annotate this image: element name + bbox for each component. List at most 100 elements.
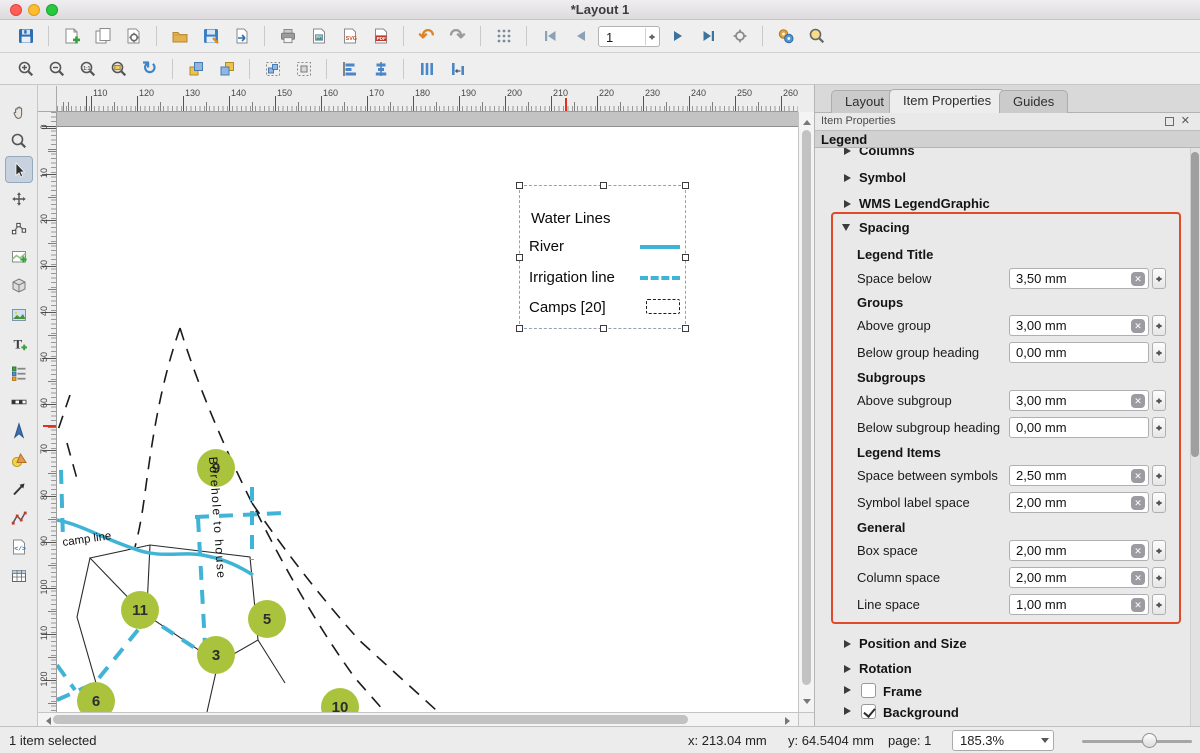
selection-handle[interactable] xyxy=(516,254,523,261)
map-item[interactable]: 9 11 5 3 6 10 camp line Borehole to hous… xyxy=(57,127,798,712)
zoom-level-combobox[interactable]: 185.3% xyxy=(952,730,1054,751)
selection-handle[interactable] xyxy=(516,325,523,332)
refresh-view-button[interactable] xyxy=(136,56,163,82)
selection-handle[interactable] xyxy=(682,325,689,332)
above-subgroup-input[interactable]: 3,00 mm xyxy=(1009,390,1149,411)
horizontal-scroll-thumb[interactable] xyxy=(53,715,688,724)
redo-button[interactable] xyxy=(444,23,471,49)
legend-item[interactable]: Water Lines River Irrigation line Camps … xyxy=(519,185,686,329)
lower-items-button[interactable] xyxy=(213,56,240,82)
align-left-button[interactable] xyxy=(336,56,363,82)
clear-field-icon[interactable] xyxy=(1131,272,1145,286)
section-frame[interactable]: Frame xyxy=(815,681,1200,703)
canvas-horizontal-scrollbar[interactable] xyxy=(38,712,798,726)
scroll-right-arrow-icon[interactable] xyxy=(785,717,794,725)
export-svg-button[interactable]: SVG xyxy=(336,23,363,49)
spinner-control[interactable] xyxy=(1152,315,1166,336)
clear-field-icon[interactable] xyxy=(1131,598,1145,612)
float-panel-icon[interactable] xyxy=(1165,117,1174,126)
scroll-down-arrow-icon[interactable] xyxy=(803,699,811,708)
atlas-settings-button[interactable] xyxy=(726,23,753,49)
section-rotation[interactable]: Rotation xyxy=(815,660,1200,682)
pan-tool-button[interactable] xyxy=(5,98,33,125)
page-spinner[interactable] xyxy=(645,28,658,45)
frame-checkbox[interactable] xyxy=(861,683,876,698)
resize-items-button[interactable] xyxy=(444,56,471,82)
export-image-button[interactable] xyxy=(305,23,332,49)
column-space-input[interactable]: 2,00 mm xyxy=(1009,567,1149,588)
clear-field-icon[interactable] xyxy=(1131,469,1145,483)
open-template-button[interactable] xyxy=(166,23,193,49)
below-group-heading-input[interactable]: 0,00 mm xyxy=(1009,342,1149,363)
add-3d-map-tool-button[interactable] xyxy=(5,272,33,299)
section-spacing[interactable]: Spacing xyxy=(815,219,1200,241)
clear-field-icon[interactable] xyxy=(1131,544,1145,558)
layout-manager-button[interactable] xyxy=(120,23,147,49)
save-as-template-button[interactable] xyxy=(197,23,224,49)
zoom-tool-button[interactable] xyxy=(5,127,33,154)
vertical-scroll-thumb[interactable] xyxy=(802,130,811,685)
spinner-control[interactable] xyxy=(1152,492,1166,513)
raise-items-button[interactable] xyxy=(182,56,209,82)
canvas-vertical-scrollbar[interactable] xyxy=(798,112,814,712)
spinner-control[interactable] xyxy=(1152,342,1166,363)
add-map-tool-button[interactable] xyxy=(5,243,33,270)
spinner-control[interactable] xyxy=(1152,567,1166,588)
spinner-control[interactable] xyxy=(1152,268,1166,289)
spinner-control[interactable] xyxy=(1152,390,1166,411)
ungroup-items-button[interactable] xyxy=(290,56,317,82)
atlas-page-input[interactable]: 1 xyxy=(598,26,660,47)
select-move-item-tool-button[interactable] xyxy=(5,156,33,183)
undo-button[interactable] xyxy=(413,23,440,49)
selection-handle[interactable] xyxy=(600,182,607,189)
selection-handle[interactable] xyxy=(600,325,607,332)
add-shape-tool-button[interactable] xyxy=(5,446,33,473)
background-checkbox[interactable] xyxy=(861,704,876,719)
snap-grid-button[interactable] xyxy=(490,23,517,49)
clear-field-icon[interactable] xyxy=(1131,394,1145,408)
page-viewport[interactable]: 9 11 5 3 6 10 camp line Borehole to hous… xyxy=(57,112,798,712)
clear-field-icon[interactable] xyxy=(1131,571,1145,585)
align-center-button[interactable] xyxy=(367,56,394,82)
clear-field-icon[interactable] xyxy=(1131,319,1145,333)
section-columns[interactable]: Columns xyxy=(815,148,1200,164)
zoom-full-button[interactable] xyxy=(105,56,132,82)
spinner-control[interactable] xyxy=(1152,417,1166,438)
selection-handle[interactable] xyxy=(516,182,523,189)
tab-guides[interactable]: Guides xyxy=(999,90,1068,113)
atlas-next-button[interactable] xyxy=(664,23,691,49)
add-label-tool-button[interactable]: T xyxy=(5,330,33,357)
below-subgroup-heading-input[interactable]: 0,00 mm xyxy=(1009,417,1149,438)
add-scalebar-tool-button[interactable] xyxy=(5,388,33,415)
space-below-input[interactable]: 3,50 mm xyxy=(1009,268,1149,289)
distribute-items-button[interactable] xyxy=(413,56,440,82)
zoom-slider-thumb[interactable] xyxy=(1142,733,1157,748)
duplicate-layout-button[interactable] xyxy=(89,23,116,49)
section-background[interactable]: Background xyxy=(815,702,1200,724)
add-picture-tool-button[interactable] xyxy=(5,301,33,328)
tab-item-properties[interactable]: Item Properties xyxy=(889,89,1005,113)
scroll-left-arrow-icon[interactable] xyxy=(42,717,51,725)
zoom-to-atlas-feature-button[interactable] xyxy=(803,23,830,49)
edit-nodes-tool-button[interactable] xyxy=(5,214,33,241)
add-north-arrow-tool-button[interactable] xyxy=(5,417,33,444)
selection-handle[interactable] xyxy=(682,254,689,261)
spinner-control[interactable] xyxy=(1152,540,1166,561)
new-layout-button[interactable] xyxy=(58,23,85,49)
add-items-from-template-button[interactable] xyxy=(228,23,255,49)
line-space-input[interactable]: 1,00 mm xyxy=(1009,594,1149,615)
space-between-symbols-input[interactable]: 2,50 mm xyxy=(1009,465,1149,486)
selection-handle[interactable] xyxy=(682,182,689,189)
panel-scroll-thumb[interactable] xyxy=(1191,152,1199,457)
atlas-previous-button[interactable] xyxy=(567,23,594,49)
atlas-last-button[interactable] xyxy=(695,23,722,49)
add-arrow-tool-button[interactable] xyxy=(5,475,33,502)
section-wms-legendgraphic[interactable]: WMS LegendGraphic xyxy=(815,195,1200,217)
panel-scrollbar[interactable] xyxy=(1190,148,1200,726)
box-space-input[interactable]: 2,00 mm xyxy=(1009,540,1149,561)
move-item-content-tool-button[interactable] xyxy=(5,185,33,212)
zoom-slider-track[interactable] xyxy=(1082,740,1192,743)
zoom-actual-size-button[interactable]: 1:1 xyxy=(74,56,101,82)
zoom-out-button[interactable] xyxy=(43,56,70,82)
tab-layout[interactable]: Layout xyxy=(831,90,898,113)
